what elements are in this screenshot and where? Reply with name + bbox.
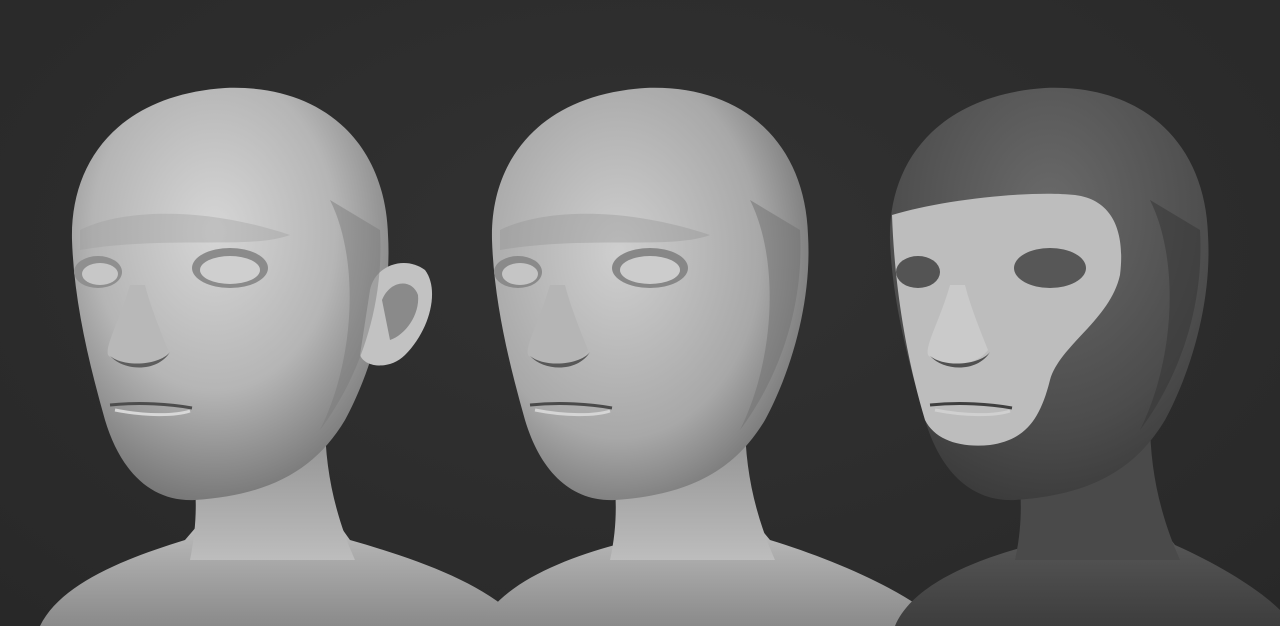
sculpt-scene: [40, 87, 1280, 626]
head-model-1: [40, 87, 525, 626]
3d-viewport: [0, 0, 1280, 626]
eye-left: [896, 256, 940, 288]
head-model-3: [889, 87, 1280, 626]
eye-right: [1014, 248, 1086, 288]
eye-left-ball: [502, 263, 538, 285]
eye-left-ball: [82, 263, 118, 285]
head-surface: [491, 87, 809, 501]
eye-right-ball: [200, 256, 260, 284]
eye-right-ball: [620, 256, 680, 284]
head-model-2: [480, 87, 945, 626]
head-surface: [71, 87, 389, 501]
